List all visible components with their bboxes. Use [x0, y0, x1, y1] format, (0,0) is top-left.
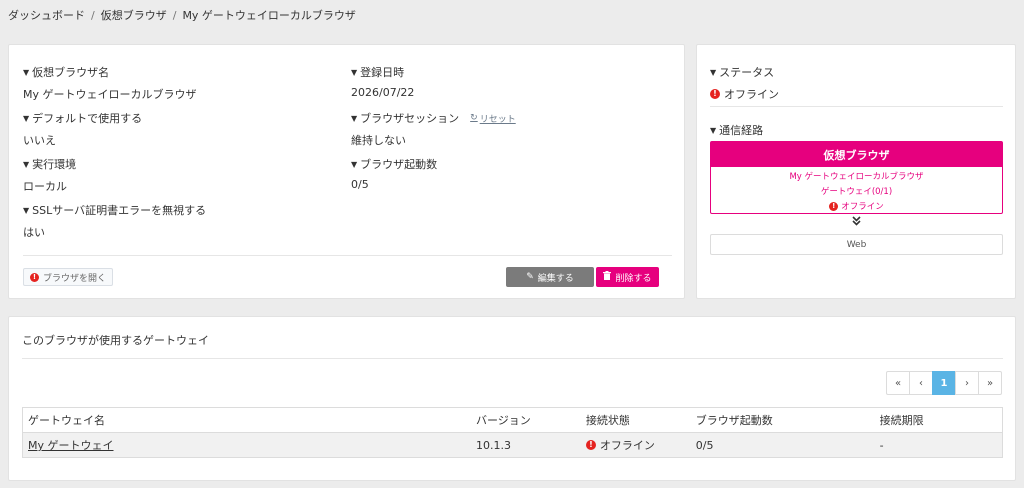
browser-detail-panel: ▼ 仮想ブラウザ名 My ゲートウェイローカルブラウザ ▼ 登録日時 2026/07…: [8, 44, 685, 299]
table-header-row: ゲートウェイ名 バージョン 接続状態 ブラウザ起動数 接続期限: [21, 407, 1003, 433]
launch-count-value: 0/5: [351, 178, 369, 191]
field-env: ▼ 実行環境 ローカル: [23, 156, 76, 194]
cell-status-text: オフライン: [599, 439, 655, 452]
field-status: ▼ ステータス ! オフライン: [710, 64, 779, 102]
caret-down-icon: ▼: [710, 67, 717, 77]
col-connection-status: 接続状態: [580, 407, 691, 433]
route-browser-box: 仮想ブラウザ My ゲートウェイローカルブラウザ ゲートウェイ(0/1) ! オ…: [710, 141, 1003, 214]
trash-icon: [603, 271, 612, 283]
error-icon: !: [585, 440, 596, 450]
caret-down-icon: ▼: [23, 205, 30, 215]
env-value: ローカル: [23, 180, 67, 193]
route-label: 通信経路: [719, 124, 764, 137]
field-route: ▼ 通信経路: [710, 122, 763, 138]
caret-down-icon: ▼: [710, 125, 717, 135]
double-chevron-down-icon: [852, 216, 861, 229]
col-connection-limit: 接続期限: [874, 407, 1003, 433]
edit-button[interactable]: ✎ 編集する: [506, 267, 594, 287]
caret-down-icon: ▼: [23, 113, 30, 123]
cell-connection-limit: -: [874, 432, 1003, 458]
page-1-button[interactable]: 1: [932, 371, 956, 395]
reset-label: リセット: [479, 114, 516, 125]
gateway-panel: このブラウザが使用するゲートウェイ « ‹ 1 › » ゲートウェイ名 バージョ…: [8, 316, 1016, 481]
gateway-section-title: このブラウザが使用するゲートウェイ: [22, 334, 209, 347]
error-icon: !: [710, 89, 720, 99]
breadcrumb: ダッシュボード / 仮想ブラウザ / My ゲートウェイローカルブラウザ: [8, 7, 356, 23]
registered-value: 2026/07/22: [351, 86, 415, 99]
last-page-button[interactable]: »: [978, 371, 1002, 395]
route-web-box: Web: [710, 234, 1003, 255]
cell-launch-count: 0/5: [690, 432, 875, 458]
status-value-text: オフライン: [724, 88, 779, 101]
field-ssl: ▼ SSLサーバ証明書エラーを無視する はい: [23, 202, 206, 240]
breadcrumb-separator: /: [91, 8, 95, 22]
status-label: ステータス: [719, 66, 775, 79]
divider: [23, 255, 672, 256]
breadcrumb-virtual-browser[interactable]: 仮想ブラウザ: [101, 7, 167, 23]
gateway-table: ゲートウェイ名 バージョン 接続状態 ブラウザ起動数 接続期限 My ゲートウェ…: [21, 407, 1003, 458]
breadcrumb-dashboard[interactable]: ダッシュボード: [8, 7, 85, 23]
caret-down-icon: ▼: [23, 67, 30, 77]
field-registered: ▼ 登録日時 2026/07/22: [351, 64, 414, 99]
error-icon: !: [829, 201, 839, 211]
route-head: 仮想ブラウザ: [711, 142, 1002, 167]
caret-down-icon: ▼: [351, 67, 358, 77]
col-launch-count: ブラウザ起動数: [690, 407, 875, 433]
refresh-icon: ↻: [470, 113, 478, 123]
ssl-label: SSLサーバ証明書エラーを無視する: [32, 204, 207, 217]
reset-link[interactable]: ↻ リセット: [470, 112, 516, 125]
cell-status: ! オフライン: [580, 432, 691, 458]
env-label: 実行環境: [32, 158, 77, 171]
default-value: いいえ: [23, 134, 56, 147]
field-default: ▼ デフォルトで使用する いいえ: [23, 110, 142, 148]
ssl-value: はい: [23, 226, 45, 239]
table-row: My ゲートウェイ 10.1.3 ! オフライン 0/5 -: [21, 432, 1003, 458]
edit-label: 編集する: [537, 273, 574, 284]
divider: [22, 358, 1003, 359]
open-browser-button[interactable]: ! ブラウザを開く: [23, 268, 113, 286]
status-panel: ▼ ステータス ! オフライン ▼ 通信経路 仮想ブラウザ My ゲートウェイローカ…: [696, 44, 1016, 299]
edit-icon: ✎: [526, 272, 534, 282]
launch-count-label: ブラウザ起動数: [360, 158, 438, 171]
field-browser-name: ▼ 仮想ブラウザ名 My ゲートウェイローカルブラウザ: [23, 64, 197, 102]
route-gateway: ゲートウェイ(0/1): [820, 187, 893, 197]
delete-label: 削除する: [615, 273, 652, 284]
browser-name-value: My ゲートウェイローカルブラウザ: [23, 88, 197, 101]
cell-gateway-name: My ゲートウェイ: [21, 432, 471, 458]
route-status-text: オフライン: [841, 202, 884, 212]
caret-down-icon: ▼: [23, 159, 30, 169]
registered-label: 登録日時: [360, 66, 405, 79]
first-page-button[interactable]: «: [886, 371, 910, 395]
session-label: ブラウザセッション: [360, 112, 460, 125]
breadcrumb-separator: /: [172, 8, 177, 22]
col-gateway-name: ゲートウェイ名: [21, 407, 471, 433]
caret-down-icon: ▼: [351, 113, 358, 123]
route-browser-name: My ゲートウェイローカルブラウザ: [789, 172, 924, 182]
open-browser-label: ブラウザを開く: [42, 273, 106, 284]
divider: [710, 106, 1003, 107]
status-value: ! オフライン: [710, 86, 779, 102]
prev-page-button[interactable]: ‹: [909, 371, 933, 395]
route-status: ! オフライン: [711, 200, 1002, 212]
pagination: « ‹ 1 › »: [886, 371, 1002, 395]
next-page-button[interactable]: ›: [955, 371, 979, 395]
col-version: バージョン: [470, 407, 581, 433]
session-value: 維持しない: [351, 134, 406, 147]
default-label: デフォルトで使用する: [32, 112, 143, 125]
breadcrumb-current: My ゲートウェイローカルブラウザ: [182, 9, 356, 22]
caret-down-icon: ▼: [351, 159, 358, 169]
browser-name-label: 仮想ブラウザ名: [32, 66, 110, 79]
field-launch-count: ▼ ブラウザ起動数 0/5: [351, 156, 437, 191]
gateway-link[interactable]: My ゲートウェイ: [28, 439, 114, 452]
field-session: ▼ ブラウザセッション ↻ リセット 維持しない: [351, 110, 516, 148]
delete-button[interactable]: 削除する: [596, 267, 659, 287]
cell-version: 10.1.3: [470, 432, 581, 458]
error-icon: !: [29, 272, 39, 282]
